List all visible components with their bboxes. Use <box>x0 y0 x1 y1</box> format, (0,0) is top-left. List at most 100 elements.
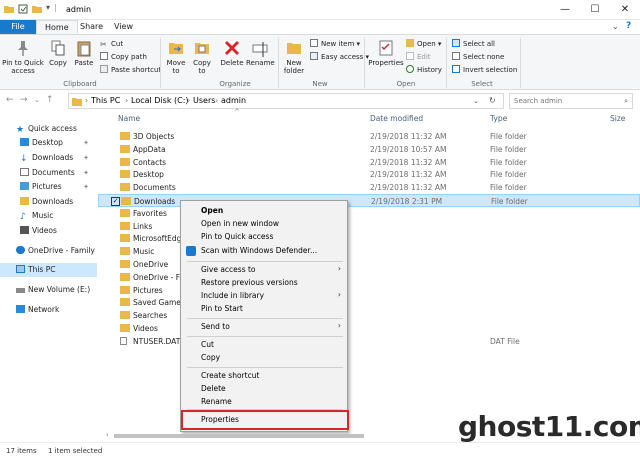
menu-item-properties[interactable]: Properties <box>201 414 239 426</box>
nav-downloads-folder[interactable]: Downloads <box>0 195 97 209</box>
up-arrow-icon[interactable]: ↑ <box>46 95 54 105</box>
table-row[interactable]: Documents 2/19/2018 11:32 AM File folder <box>98 181 640 194</box>
pin-quick-access-button[interactable]: Pin to Quick access <box>2 39 44 75</box>
music-icon: ♪ <box>20 212 26 222</box>
copy-to-button[interactable]: Copy to <box>190 39 214 75</box>
column-header-date[interactable]: Date modified <box>370 114 423 123</box>
folder-icon <box>120 132 130 140</box>
nav-music[interactable]: ♪ Music <box>0 209 97 223</box>
tab-view[interactable]: View <box>106 20 141 34</box>
nav-downloads[interactable]: ↓ Downloads ✦ <box>0 151 97 165</box>
menu-separator <box>187 367 343 368</box>
paste-button[interactable]: Paste <box>72 39 96 67</box>
copy-path-button[interactable]: Copy path <box>100 52 147 62</box>
refresh-icon[interactable]: ↻ <box>489 94 496 108</box>
nav-new-volume[interactable]: New Volume (E:) <box>0 283 97 297</box>
delete-x-icon <box>224 40 240 56</box>
menu-item-rename[interactable]: Rename <box>201 396 232 408</box>
breadcrumb-users[interactable]: Users <box>193 94 215 108</box>
select-none-button[interactable]: Select none <box>452 52 504 62</box>
rename-button[interactable]: Rename <box>246 39 275 67</box>
new-item-button[interactable]: New item ▾ <box>310 39 360 49</box>
paste-shortcut-button[interactable]: Paste shortcut <box>100 65 161 75</box>
recent-chevron-icon[interactable]: ⌄ <box>34 96 40 104</box>
new-folder-button[interactable]: New folder <box>282 39 306 75</box>
back-arrow-icon[interactable]: ← <box>6 95 14 105</box>
nav-quick-access[interactable]: ★ Quick access <box>0 122 97 136</box>
history-button[interactable]: History <box>406 65 442 75</box>
properties-button[interactable]: Properties <box>368 39 404 67</box>
nav-network[interactable]: Network <box>0 303 97 317</box>
nav-desktop[interactable]: Desktop ✦ <box>0 136 97 150</box>
cut-button[interactable]: ✂ Cut <box>100 39 123 49</box>
nav-pictures[interactable]: Pictures ✦ <box>0 180 97 194</box>
menu-item-restore-versions[interactable]: Restore previous versions <box>201 277 298 289</box>
nav-this-pc[interactable]: This PC <box>0 263 97 277</box>
open-button[interactable]: Open ▾ <box>406 39 441 49</box>
menu-item-delete[interactable]: Delete <box>201 383 226 395</box>
ribbon: Pin to Quick access Copy Paste ✂ Cut Copy… <box>0 34 640 90</box>
forward-arrow-icon[interactable]: → <box>20 95 28 105</box>
breadcrumb-local-disk[interactable]: Local Disk (C:) <box>131 94 189 108</box>
menu-item-include-library[interactable]: Include in library <box>201 290 264 302</box>
menu-item-create-shortcut[interactable]: Create shortcut <box>201 370 259 382</box>
move-to-button[interactable]: Move to <box>164 39 188 75</box>
properties-quick-icon[interactable] <box>18 4 28 14</box>
menu-item-open-new-window[interactable]: Open in new window <box>201 218 279 230</box>
search-input[interactable]: Search admin ⌕ <box>509 93 633 109</box>
chevron-down-icon[interactable]: ⌄ <box>473 94 479 108</box>
nav-videos[interactable]: Videos <box>0 224 97 238</box>
nav-documents[interactable]: Documents ✦ <box>0 166 97 180</box>
status-bar: 17 items 1 item selected <box>0 442 640 458</box>
column-header-type[interactable]: Type <box>490 114 507 123</box>
column-header-size[interactable]: Size <box>610 114 625 123</box>
minimize-button[interactable]: — <box>550 0 580 20</box>
properties-icon <box>379 40 393 56</box>
menu-item-give-access[interactable]: Give access to <box>201 264 256 276</box>
easy-access-button[interactable]: Easy access ▾ <box>310 52 369 62</box>
table-row[interactable]: Contacts 2/19/2018 11:32 AM File folder <box>98 156 640 169</box>
title-bar: ▾ | admin — ☐ ✕ <box>0 0 640 20</box>
menu-item-cut[interactable]: Cut <box>201 339 214 351</box>
file-date: 2/19/2018 10:57 AM <box>370 144 447 154</box>
nav-onedrive-family[interactable]: OneDrive - Family <box>0 244 97 258</box>
network-icon <box>16 305 25 313</box>
help-icon[interactable]: ? <box>626 21 631 31</box>
breadcrumb-separator: › <box>125 96 129 105</box>
file-name: OneDrive <box>133 260 169 269</box>
scrollbar-thumb[interactable] <box>114 434 364 438</box>
scroll-left-icon[interactable]: ‹ <box>106 431 109 439</box>
maximize-button[interactable]: ☐ <box>580 0 610 20</box>
table-row[interactable]: 3D Objects 2/19/2018 11:32 AM File folder <box>98 130 640 143</box>
menu-item-send-to[interactable]: Send to <box>201 321 230 333</box>
breadcrumb-this-pc[interactable]: This PC <box>91 94 120 108</box>
address-bar-row: ← → ⌄ ↑ › This PC › Local Disk (C:) › Us… <box>0 90 640 112</box>
menu-item-pin-start[interactable]: Pin to Start <box>201 303 243 315</box>
row-checkbox[interactable]: ✓ <box>111 197 120 206</box>
horizontal-scrollbar[interactable]: ‹ <box>106 431 456 440</box>
menu-item-scan-defender[interactable]: Scan with Windows Defender... <box>201 245 317 257</box>
menu-item-open[interactable]: Open <box>201 205 223 217</box>
column-header-name[interactable]: Name <box>118 114 140 123</box>
ribbon-tabs: File Home Share View ⌄ ? <box>0 20 640 34</box>
new-folder-quick-icon[interactable] <box>32 4 42 14</box>
table-row[interactable]: Desktop 2/19/2018 11:32 AM File folder <box>98 168 640 181</box>
delete-button[interactable]: Delete <box>220 39 244 67</box>
breadcrumb-admin[interactable]: admin <box>221 94 246 108</box>
edit-button[interactable]: Edit <box>406 52 431 62</box>
tab-file[interactable]: File <box>0 20 36 34</box>
menu-item-copy[interactable]: Copy <box>201 352 220 364</box>
close-button[interactable]: ✕ <box>610 0 640 20</box>
address-bar[interactable]: › This PC › Local Disk (C:) › Users › ad… <box>68 93 504 109</box>
chevron-down-icon[interactable]: ⌄ <box>612 22 619 31</box>
status-selection: 1 item selected <box>48 447 103 455</box>
menu-item-pin-quick-access[interactable]: Pin to Quick access <box>201 231 273 243</box>
context-menu: Open Open in new window Pin to Quick acc… <box>180 200 349 432</box>
select-all-button[interactable]: Select all <box>452 39 495 49</box>
invert-selection-button[interactable]: Invert selection <box>452 65 517 75</box>
new-folder-icon <box>287 43 301 54</box>
folder-icon <box>120 298 130 307</box>
copy-button[interactable]: Copy <box>46 39 70 67</box>
table-row[interactable]: AppData 2/19/2018 10:57 AM File folder <box>98 143 640 156</box>
file-type: File folder <box>490 157 527 167</box>
